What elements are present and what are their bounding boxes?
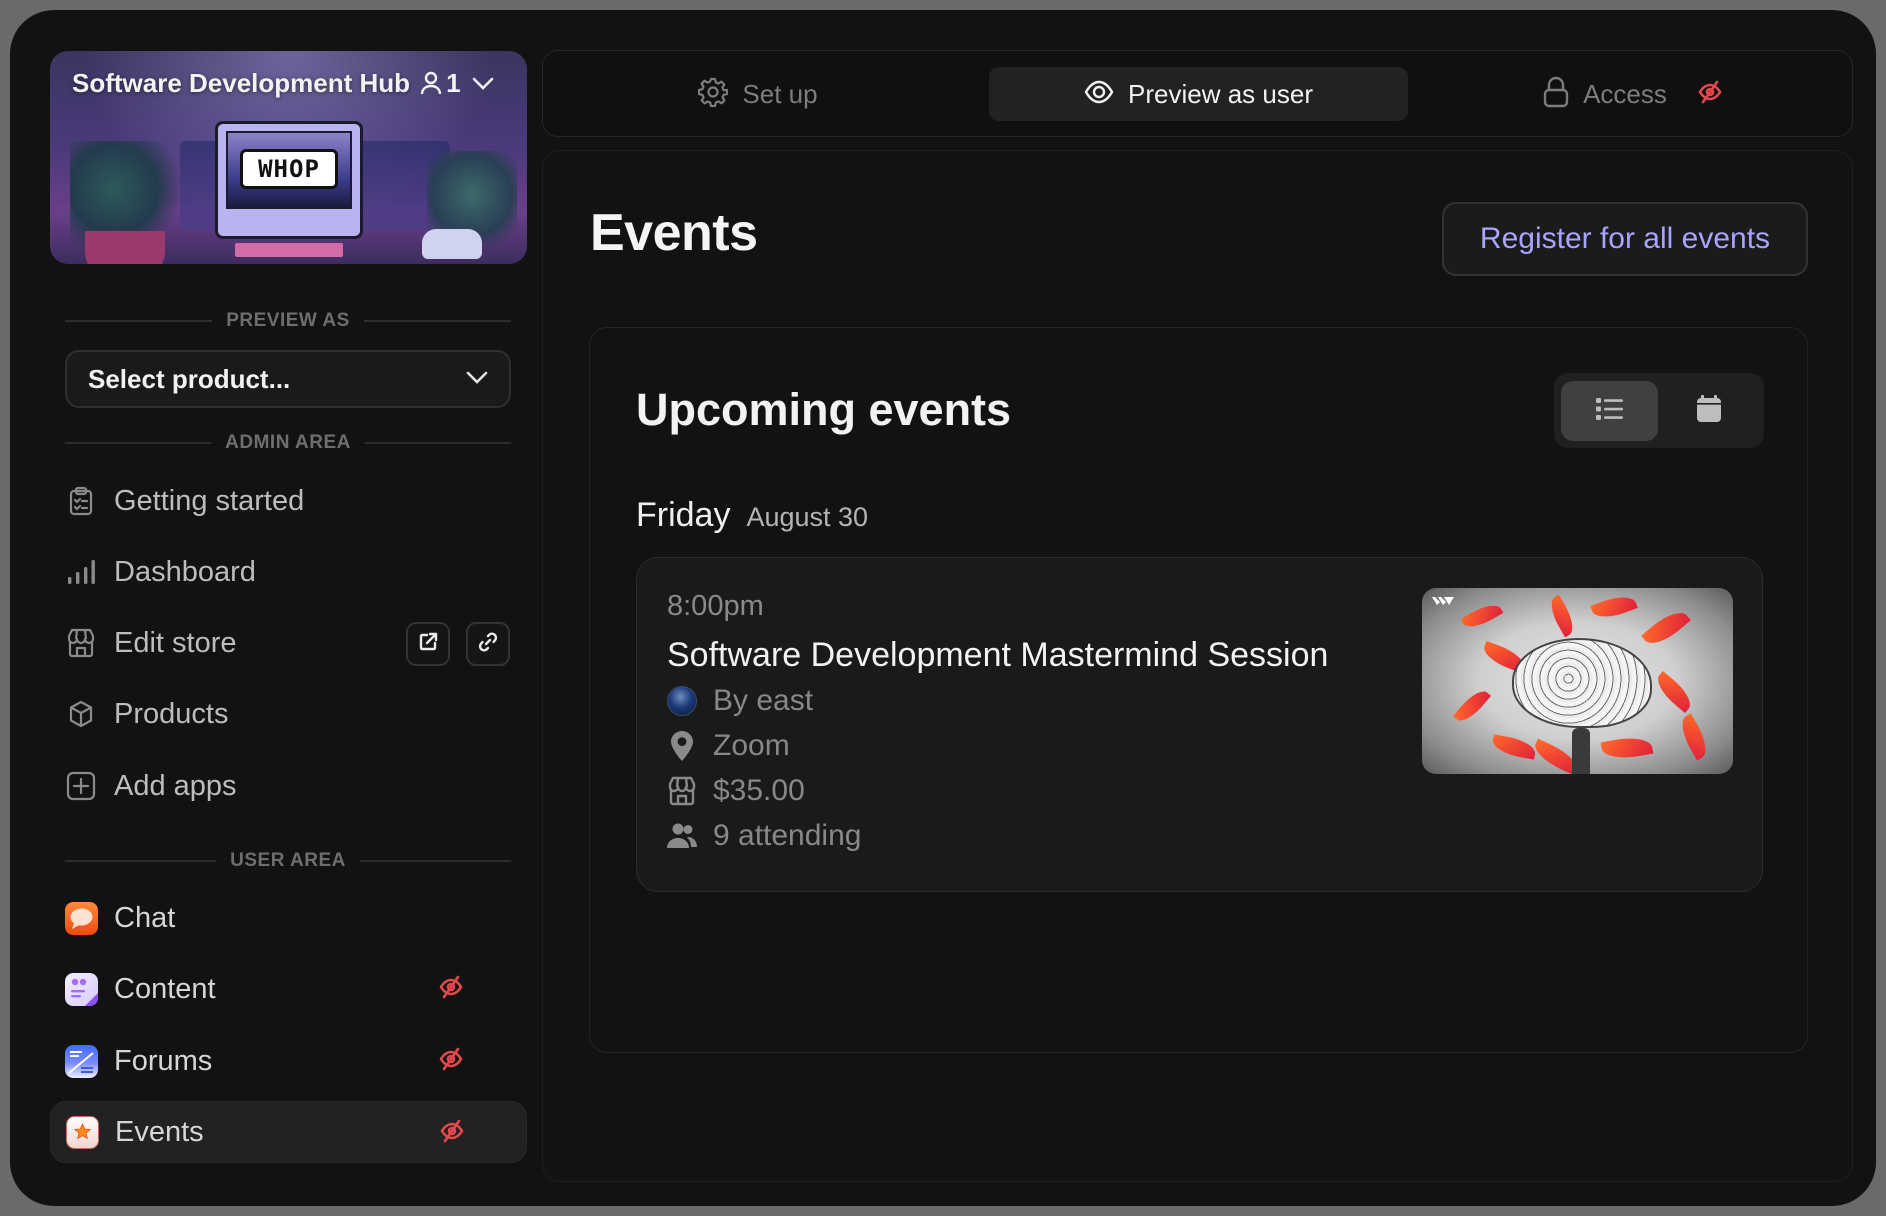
- sidebar-item-label: Products: [114, 697, 229, 730]
- day-heading: Friday August 30: [636, 496, 868, 535]
- sidebar-item-chat[interactable]: Chat: [50, 887, 527, 949]
- select-product-dropdown[interactable]: Select product...: [65, 350, 511, 408]
- event-time: 8:00pm: [667, 590, 764, 622]
- event-title: Software Development Mastermind Session: [667, 636, 1329, 674]
- preview-as-section-label: PREVIEW AS: [65, 310, 511, 331]
- event-card[interactable]: 8:00pm Software Development Mastermind S…: [636, 557, 1763, 892]
- tab-set-up[interactable]: Set up: [583, 67, 933, 121]
- chevron-down-icon[interactable]: [471, 75, 495, 91]
- calendar-icon: [1696, 394, 1722, 428]
- banner-cat: [422, 229, 482, 259]
- external-link-icon: [418, 632, 438, 657]
- sidebar-item-label: Edit store: [114, 626, 237, 659]
- sidebar-item-label: Chat: [114, 901, 176, 934]
- tab-label: Set up: [742, 78, 818, 109]
- host-avatar: [667, 686, 697, 716]
- store-banner-logo: WHOP: [240, 149, 338, 189]
- calendar-view-button[interactable]: [1660, 381, 1757, 441]
- person-icon: [420, 71, 442, 95]
- plus-square-icon: [64, 769, 98, 803]
- storefront-icon: [667, 776, 697, 806]
- sidebar-item-events[interactable]: Events: [50, 1101, 527, 1163]
- sidebar-item-forums[interactable]: Forums: [50, 1030, 527, 1092]
- cube-icon: [64, 697, 98, 731]
- brain-illustration: [1512, 638, 1652, 728]
- chat-app-icon: [64, 901, 98, 935]
- mode-tabbar: Set up Preview as user Access: [542, 50, 1853, 137]
- map-pin-icon: [667, 731, 697, 761]
- tab-label: Access: [1583, 78, 1667, 109]
- sidebar-item-getting-started[interactable]: Getting started: [50, 470, 527, 532]
- sidebar-item-content[interactable]: Content: [50, 958, 527, 1020]
- sidebar-item-add-apps[interactable]: Add apps: [50, 755, 527, 817]
- store-switcher[interactable]: WHOP Software Development Hub 1: [50, 51, 527, 264]
- eye-off-icon: [438, 974, 464, 1005]
- day-date: August 30: [746, 502, 869, 532]
- admin-area-section-label: ADMIN AREA: [65, 432, 511, 453]
- sidebar-item-products[interactable]: Products: [50, 683, 527, 745]
- page-title: Events: [590, 204, 758, 262]
- banner-monitor: WHOP: [215, 121, 363, 239]
- bar-chart-icon: [64, 555, 98, 589]
- clipboard-checklist-icon: [64, 484, 98, 518]
- open-store-external-button[interactable]: [406, 622, 450, 666]
- whop-badge-icon: [1432, 594, 1454, 613]
- events-page: Events Register for all events Upcoming …: [542, 150, 1853, 1182]
- banner-keyboard: [235, 243, 343, 257]
- user-area-section-label: USER AREA: [65, 850, 512, 871]
- link-icon: [477, 631, 499, 658]
- sidebar-item-dashboard[interactable]: Dashboard: [50, 541, 527, 603]
- event-price: $35.00: [667, 774, 805, 808]
- member-count: 1: [420, 68, 461, 99]
- events-app-icon: [65, 1115, 99, 1149]
- sidebar-item-label: Add apps: [114, 769, 237, 802]
- lock-icon: [1543, 76, 1569, 113]
- copy-store-link-button[interactable]: [466, 622, 510, 666]
- app-window: WHOP Software Development Hub 1 PREVIEW …: [10, 10, 1876, 1206]
- sidebar-item-label: Getting started: [114, 484, 305, 517]
- tab-label: Preview as user: [1128, 78, 1313, 109]
- select-product-value: Select product...: [88, 363, 291, 394]
- users-icon: [667, 821, 697, 851]
- tab-preview-as-user[interactable]: Preview as user: [989, 67, 1408, 121]
- content-app-icon: [64, 972, 98, 1006]
- banner-pot: [85, 231, 165, 264]
- store-name: Software Development Hub: [72, 67, 411, 98]
- event-attendees: 9 attending: [667, 819, 861, 853]
- day-name: Friday: [636, 496, 731, 534]
- eye-off-icon: [438, 1046, 464, 1077]
- upcoming-events-section: Upcoming events Friday August 30 8:00pm …: [589, 327, 1808, 1053]
- list-view-button[interactable]: [1561, 381, 1658, 441]
- eye-off-icon: [439, 1118, 465, 1149]
- gear-icon: [698, 77, 729, 112]
- list-icon: [1595, 397, 1624, 426]
- event-host: By east: [667, 684, 813, 718]
- event-location: Zoom: [667, 729, 790, 763]
- section-title: Upcoming events: [636, 384, 1012, 435]
- register-all-events-button[interactable]: Register for all events: [1442, 202, 1808, 276]
- eye-icon: [1084, 79, 1114, 110]
- view-toggle: [1554, 373, 1764, 448]
- sidebar-item-label: Content: [114, 972, 216, 1005]
- eye-off-icon: [1697, 79, 1723, 110]
- tab-access[interactable]: Access: [1443, 67, 1823, 121]
- storefront-icon: [64, 626, 98, 660]
- sidebar-item-label: Forums: [114, 1044, 213, 1077]
- forums-app-icon: [64, 1044, 98, 1078]
- sidebar-item-label: Events: [115, 1115, 204, 1148]
- chevron-down-icon: [465, 369, 489, 390]
- event-cover-image: [1422, 588, 1733, 774]
- sidebar-item-label: Dashboard: [114, 555, 256, 588]
- sidebar-item-edit-store[interactable]: Edit store: [50, 612, 527, 674]
